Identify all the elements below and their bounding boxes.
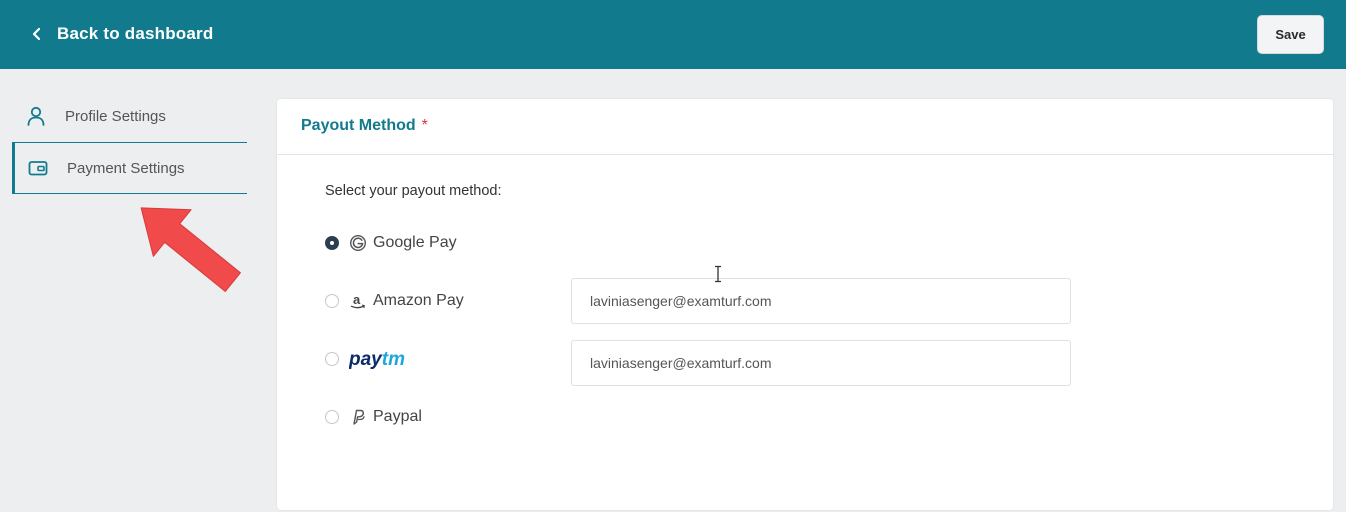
back-link-label: Back to dashboard: [57, 24, 214, 43]
sidebar-item-profile-settings[interactable]: Profile Settings: [12, 90, 247, 142]
annotation-arrow: [140, 207, 241, 292]
option-paytm[interactable]: paytm: [325, 347, 411, 371]
card-header: Payout Method *: [277, 99, 1333, 155]
option-paypal[interactable]: Paypal: [325, 405, 422, 429]
svg-text:paytm: paytm: [349, 349, 405, 370]
top-bar: Back to dashboard Save: [0, 0, 1346, 69]
amazon-icon: a: [350, 292, 365, 309]
option-google-pay[interactable]: Google Pay: [325, 231, 457, 255]
option-label: Paypal: [373, 408, 422, 425]
paytm-logo: paytm: [349, 349, 405, 370]
save-button[interactable]: Save: [1257, 15, 1324, 54]
radio-paytm[interactable]: [325, 352, 339, 366]
chevron-left-icon: [32, 27, 41, 41]
sidebar-item-payment-settings[interactable]: Payment Settings: [12, 142, 247, 194]
radio-google-pay[interactable]: [325, 236, 339, 250]
user-icon: [27, 106, 45, 126]
sidebar-item-label: Profile Settings: [65, 107, 166, 125]
radio-amazon-pay[interactable]: [325, 294, 339, 308]
wallet-icon: [28, 161, 48, 176]
card-title: Payout Method *: [301, 117, 428, 135]
option-amazon-pay[interactable]: a Amazon Pay: [325, 289, 464, 313]
option-label: Amazon Pay: [373, 292, 464, 309]
option-label: Google Pay: [373, 234, 457, 251]
amazon-pay-email-field[interactable]: [571, 278, 1071, 324]
svg-text:a: a: [353, 292, 361, 307]
google-icon: [349, 234, 367, 252]
payout-prompt: Select your payout method:: [325, 183, 502, 199]
back-to-dashboard-link[interactable]: Back to dashboard: [30, 21, 213, 47]
card-title-text: Payout Method: [301, 117, 416, 134]
sidebar-item-label: Payment Settings: [67, 159, 185, 177]
radio-paypal[interactable]: [325, 410, 339, 424]
paytm-email-field[interactable]: [571, 340, 1071, 386]
payout-method-card: Payout Method * Select your payout method…: [277, 99, 1333, 510]
required-mark: *: [421, 117, 428, 134]
text-cursor-icon: [715, 265, 721, 283]
paypal-icon: [353, 409, 365, 425]
